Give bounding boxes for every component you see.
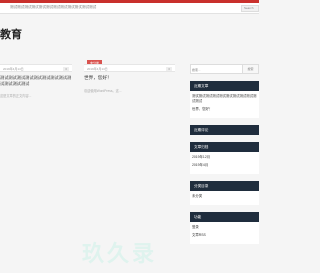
top-search-button[interactable]: Search xyxy=(241,5,259,12)
widget-title-meta: 功能 xyxy=(190,212,259,222)
widget-meta: 登录 文章RSS xyxy=(190,222,259,244)
widget-title-archives: 文章归档 xyxy=(190,142,259,152)
post-date: 2019年4月14日 xyxy=(3,67,24,71)
sidebar-search: 搜索 xyxy=(190,64,259,74)
post-title[interactable]: 世界，您好！ xyxy=(84,75,175,81)
archive-link[interactable]: 2019年4月 xyxy=(192,163,257,168)
widget-categories: 未分类 xyxy=(190,191,259,205)
widget-title-recent-posts: 近期文章 xyxy=(190,81,259,91)
site-title[interactable]: 教育 xyxy=(0,26,22,42)
login-link[interactable]: 登录 xyxy=(192,225,257,230)
sidebar: 搜索 近期文章 测试测试测试测试测试测试测试测试测试测试测试 世界，您好！ 近期… xyxy=(190,64,259,244)
recent-post-link[interactable]: 世界，您好！ xyxy=(192,107,257,112)
comment-count[interactable]: 0 xyxy=(166,66,172,71)
post-date: 2019年4月14日 xyxy=(87,67,108,71)
widget-recent-posts: 测试测试测试测试测试测试测试测试测试测试测试 世界，您好！ xyxy=(190,91,259,118)
search-input[interactable] xyxy=(192,66,242,73)
widget-title-categories: 分类目录 xyxy=(190,181,259,191)
post-meta: 2019年4月14日 0 xyxy=(0,64,72,72)
post-card: 未分类 2019年4月14日 0 世界，您好！ 欢迎使用WordPress。这.… xyxy=(84,60,175,93)
post-excerpt: 这是文章的正文内容... xyxy=(0,94,32,98)
top-links[interactable]: 测试测试测试测试测试测试测试测试测试测试测试测试 xyxy=(10,5,96,10)
comment-count[interactable]: 0 xyxy=(63,66,69,71)
archive-link[interactable]: 2019年12月 xyxy=(192,155,257,160)
post-card: 2019年4月14日 0 测试测试测试测试测试测试测试测试测试测试测试测试 这是… xyxy=(0,64,72,98)
widget-title-recent-comments: 近期评论 xyxy=(190,125,259,135)
widget-archives: 2019年12月 2019年4月 xyxy=(190,152,259,174)
watermark: 玖久录 xyxy=(82,242,158,267)
post-meta: 2019年4月14日 0 xyxy=(84,64,175,72)
recent-post-link[interactable]: 测试测试测试测试测试测试测试测试测试测试测试 xyxy=(192,94,257,104)
post-title[interactable]: 测试测试测试测试测试测试测试测试测试测试测试测试 xyxy=(0,75,72,86)
search-button[interactable]: 搜索 xyxy=(242,65,258,73)
category-link[interactable]: 未分类 xyxy=(192,194,257,199)
rss-link[interactable]: 文章RSS xyxy=(192,233,257,238)
post-excerpt: 欢迎使用WordPress。这... xyxy=(84,88,122,93)
top-bar: 测试测试测试测试测试测试测试测试测试测试测试测试 Search xyxy=(0,0,259,14)
